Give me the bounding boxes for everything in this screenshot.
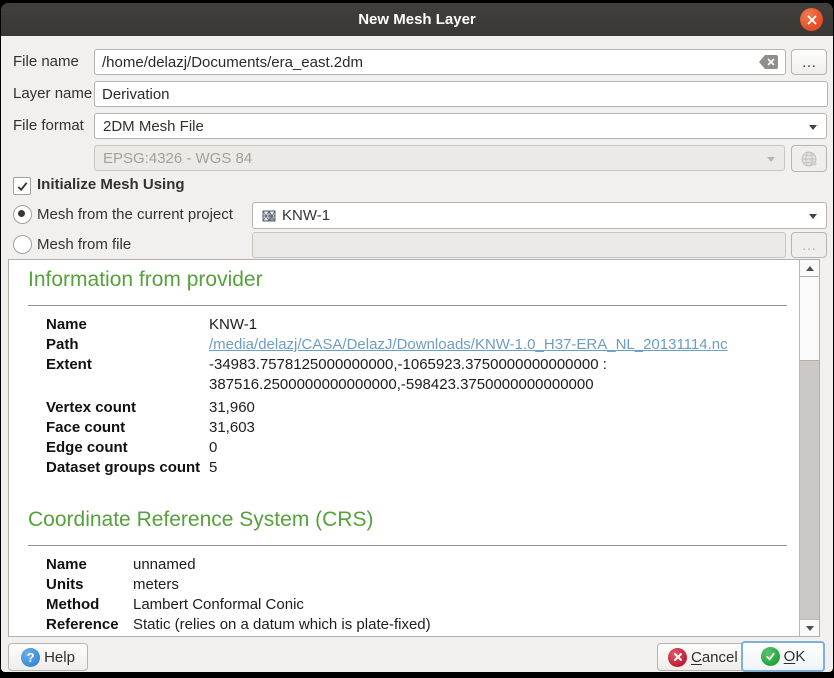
crs-row-method: Method Lambert Conformal Conic <box>46 595 799 615</box>
globe-icon <box>800 150 818 168</box>
crs-row-reference: Reference Static (relies on a datum whic… <box>46 615 799 635</box>
ok-button[interactable]: OK <box>741 641 825 672</box>
cancel-button[interactable]: Cancel <box>657 643 749 671</box>
initialize-mesh-label[interactable]: Initialize Mesh Using <box>37 172 185 198</box>
crs-row-name: Name unnamed <box>46 555 799 575</box>
crs-info-table: Name unnamed Units meters Method Lambert… <box>46 555 799 635</box>
check-icon <box>16 180 29 193</box>
provider-info-table: Name KNW-1 Path /media/delazj/CASA/Delaz… <box>46 315 799 478</box>
divider <box>28 545 787 546</box>
file-name-input[interactable] <box>94 49 786 75</box>
provider-info-heading: Information from provider <box>28 265 799 295</box>
help-button[interactable]: ? Help <box>8 643 88 671</box>
mesh-from-file-radio[interactable] <box>13 235 32 254</box>
scroll-down-button[interactable] <box>800 619 819 636</box>
scroll-up-button[interactable] <box>800 260 819 276</box>
close-icon <box>806 14 818 26</box>
scrollbar[interactable] <box>799 260 819 636</box>
info-row-vertex-count: Vertex count 31,960 <box>46 398 799 418</box>
triangle-down-icon <box>806 626 814 631</box>
select-crs-button <box>791 145 827 172</box>
project-mesh-combo[interactable]: KNW-1 <box>252 202 827 229</box>
layer-name-label: Layer name <box>13 81 92 107</box>
mesh-from-project-radio[interactable] <box>13 205 32 224</box>
layer-name-input[interactable] <box>94 81 828 107</box>
mesh-from-project-label[interactable]: Mesh from the current project <box>37 202 233 228</box>
clear-text-icon[interactable] <box>758 54 780 74</box>
mesh-layer-icon <box>261 208 277 224</box>
initialize-mesh-checkbox[interactable] <box>13 177 31 195</box>
close-button[interactable] <box>800 8 823 31</box>
chevron-down-icon <box>809 125 817 130</box>
help-icon: ? <box>21 648 40 667</box>
info-row-edge-count: Edge count 0 <box>46 438 799 458</box>
info-row-path: Path /media/delazj/CASA/DelazJ/Downloads… <box>46 335 799 355</box>
info-row-name: Name KNW-1 <box>46 315 799 335</box>
mesh-file-browse-button: … <box>791 232 827 258</box>
crs-row-units: Units meters <box>46 575 799 595</box>
scrollbar-thumb[interactable] <box>800 276 819 361</box>
divider <box>28 305 787 306</box>
crs-combo: EPSG:4326 - WGS 84 <box>94 145 785 171</box>
path-link[interactable]: /media/delazj/CASA/DelazJ/Downloads/KNW-… <box>209 335 728 355</box>
triangle-up-icon <box>806 266 814 271</box>
crs-info-heading: Coordinate Reference System (CRS) <box>28 505 799 535</box>
new-mesh-layer-dialog: New Mesh Layer File name … Layer name Fi… <box>1 3 833 672</box>
file-format-label: File format <box>13 113 84 139</box>
chevron-down-icon <box>809 214 817 219</box>
mesh-file-input <box>252 232 786 258</box>
ok-icon <box>761 647 780 666</box>
file-name-label: File name <box>13 49 79 75</box>
file-format-combo[interactable]: 2DM Mesh File <box>94 113 827 139</box>
chevron-down-icon <box>767 157 775 162</box>
spacer <box>9 478 799 505</box>
file-browse-button[interactable]: … <box>791 49 827 75</box>
metadata-content: Information from provider Name KNW-1 Pat… <box>9 260 799 636</box>
metadata-panel: Information from provider Name KNW-1 Pat… <box>8 259 820 637</box>
cancel-icon <box>668 648 687 667</box>
title-bar[interactable]: New Mesh Layer <box>1 3 833 36</box>
info-row-dataset-groups-count: Dataset groups count 5 <box>46 458 799 478</box>
info-row-extent: Extent -34983.7578125000000000,-1065923.… <box>46 355 799 395</box>
info-row-face-count: Face count 31,603 <box>46 418 799 438</box>
dialog-title: New Mesh Layer <box>358 11 476 28</box>
mesh-from-file-label[interactable]: Mesh from file <box>37 232 131 258</box>
